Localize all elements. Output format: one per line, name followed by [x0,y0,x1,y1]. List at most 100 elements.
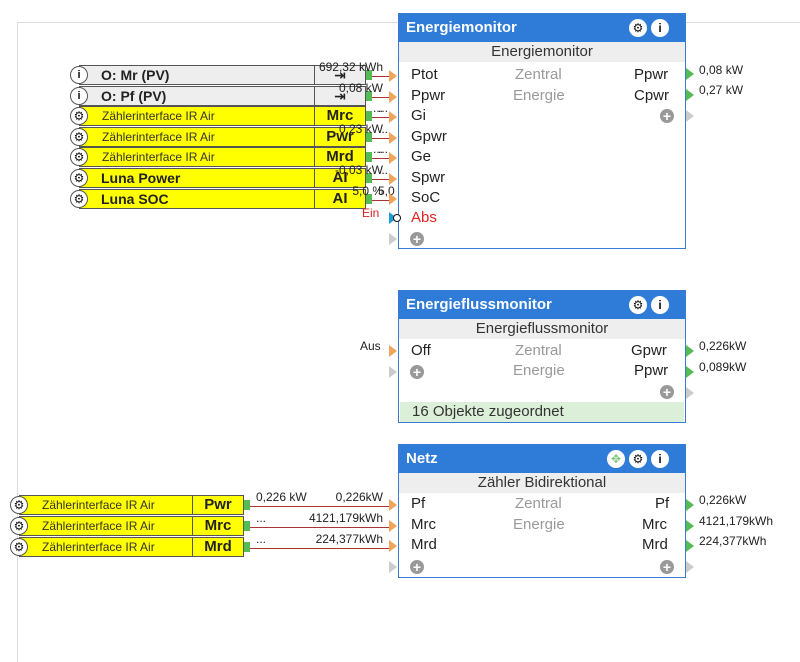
info-icon[interactable]: i [651,450,669,468]
output-port-gpwr[interactable] [686,345,694,357]
source-row[interactable]: ⚙ Zählerinterface IR Air Mrd [70,147,372,168]
input-port-gi[interactable] [389,111,397,123]
source-name[interactable]: Zählerinterface IR Air [79,106,315,127]
center-label-2: Energie [513,362,565,379]
source-output-port[interactable] [244,542,250,552]
input-port-empty[interactable] [389,366,397,378]
gear-icon[interactable]: ⚙ [10,496,28,514]
add-input-icon[interactable]: + [410,560,424,574]
source-output-label: Mrc [192,516,244,536]
input-label-ptot: Ptot [411,66,438,83]
source-row[interactable]: i O: Mr (PV) ⇥ [70,65,372,85]
gear-icon[interactable]: ⚙ [70,169,88,187]
source-row[interactable]: i O: Pf (PV) ⇥ [70,85,372,106]
source-name[interactable]: Zählerinterface IR Air [19,516,193,536]
source-name[interactable]: Luna SOC [79,188,315,209]
output-port-empty[interactable] [686,387,694,399]
source-name[interactable]: Zählerinterface IR Air [79,126,315,147]
connection-wire[interactable] [372,117,389,119]
input-port-spwr[interactable] [389,173,397,185]
connection-wire[interactable] [372,158,389,160]
output-port-ppwr[interactable] [686,68,694,80]
info-icon[interactable]: i [651,19,669,37]
netz-block[interactable]: Netz ✥ ⚙ i Zähler Bidirektional Pf Mrc M… [398,444,686,578]
output-port-ppwr[interactable] [686,366,694,378]
add-input-icon[interactable]: + [410,232,424,246]
source-name[interactable]: Zählerinterface IR Air [19,537,193,557]
gear-icon[interactable]: ⚙ [10,538,28,556]
source-name[interactable]: O: Pf (PV) [79,85,315,106]
energieflussmonitor-header[interactable]: Energieflussmonitor ⚙ i [399,291,685,319]
settings-gear-icon[interactable]: ⚙ [629,296,647,314]
move-icon[interactable]: ✥ [607,450,625,468]
add-output-icon[interactable]: + [660,385,674,399]
input-port-ptot[interactable] [389,70,397,82]
input-port-pf[interactable] [389,499,397,511]
source-output-port[interactable] [244,500,250,510]
source-output-port[interactable] [366,111,372,122]
connection-wire[interactable] [372,199,389,201]
input-port-mrc[interactable] [389,520,397,532]
input-port-mrd[interactable] [389,540,397,552]
info-icon[interactable]: i [70,66,88,84]
gear-icon[interactable]: ⚙ [10,517,28,535]
add-input-icon[interactable]: + [410,365,424,379]
energiemonitor-header[interactable]: Energiemonitor ⚙ i [399,14,685,42]
assigned-objects-footer[interactable]: 16 Objekte zugeordnet [400,402,684,422]
connection-wire[interactable] [250,527,389,528]
input-port-empty[interactable] [389,233,397,245]
source-row[interactable]: ⚙ Zählerinterface IR Air Mrd [10,537,250,557]
input-port-soc[interactable] [389,193,397,205]
output-port-mrc[interactable] [686,520,694,532]
wire-value-left: 0,226 kW [256,490,307,504]
energieflussmonitor-block[interactable]: Energieflussmonitor ⚙ i Energieflussmoni… [398,290,686,423]
source-name[interactable]: Zählerinterface IR Air [79,147,315,168]
settings-gear-icon[interactable]: ⚙ [629,19,647,37]
input-port-ppwr[interactable] [389,91,397,103]
wire-value-right: ... [372,142,383,157]
output-port-empty[interactable] [686,561,694,573]
input-port-off[interactable] [389,345,397,357]
connection-wire[interactable] [372,96,389,98]
input-label-spwr: Spwr [411,169,446,186]
add-output-icon[interactable]: + [660,560,674,574]
netz-header[interactable]: Netz ✥ ⚙ i [399,445,685,473]
gear-icon[interactable]: ⚙ [70,127,88,146]
block-subtitle: Energieflussmonitor [399,319,685,339]
source-name[interactable]: Zählerinterface IR Air [19,495,193,515]
add-output-icon[interactable]: + [660,109,674,123]
input-port-gpwr[interactable] [389,132,397,144]
gear-icon[interactable]: ⚙ [70,189,88,208]
output-port-mrd[interactable] [686,540,694,552]
source-row[interactable]: ⚙ Zählerinterface IR Air Pwr [10,495,250,515]
energiemonitor-block[interactable]: Energiemonitor ⚙ i Energiemonitor Zentra… [398,13,686,249]
source-output-port[interactable] [366,152,372,163]
connection-wire[interactable] [250,548,389,549]
input-label-abs: Abs [411,209,437,226]
block-title: Energieflussmonitor [406,296,552,313]
output-port-pf[interactable] [686,499,694,511]
info-icon[interactable]: i [70,86,88,105]
input-label-mrd: Mrd [411,536,437,553]
output-port-empty[interactable] [686,110,694,122]
connection-wire[interactable] [250,506,389,507]
connection-wire[interactable] [372,179,389,180]
input-port-empty[interactable] [389,561,397,573]
settings-gear-icon[interactable]: ⚙ [629,450,647,468]
source-row[interactable]: ⚙ Luna Power AI [70,168,372,188]
source-row[interactable]: ⚙ Zählerinterface IR Air Mrc [70,106,372,127]
source-row[interactable]: ⚙ Luna SOC AI [70,188,372,209]
source-output-port[interactable] [244,521,250,531]
center-label-1: Zentral [515,342,562,359]
block-title: Energiemonitor [406,19,517,36]
connection-wire[interactable] [372,137,389,139]
source-row[interactable]: ⚙ Zählerinterface IR Air Pwr [70,126,372,147]
info-icon[interactable]: i [651,296,669,314]
output-port-cpwr[interactable] [686,89,694,101]
input-label-gpwr: Gpwr [411,128,447,145]
source-name[interactable]: O: Mr (PV) [79,65,315,85]
input-port-ge[interactable] [389,152,397,164]
connection-wire[interactable] [372,76,389,77]
source-row[interactable]: ⚙ Zählerinterface IR Air Mrc [10,516,250,536]
source-name[interactable]: Luna Power [79,168,315,188]
